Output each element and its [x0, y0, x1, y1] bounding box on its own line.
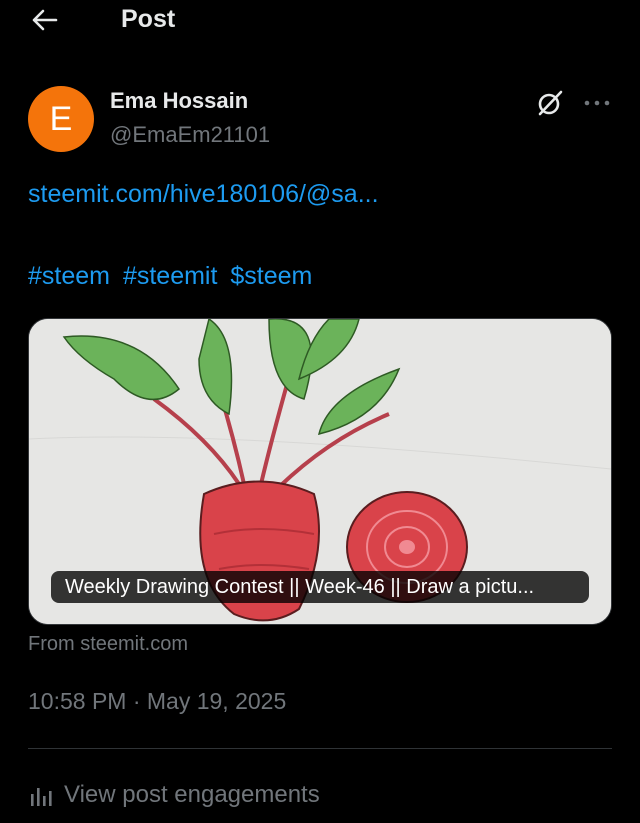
hashtag-steemit[interactable]: #steemit — [123, 262, 217, 290]
more-dots-icon — [584, 100, 610, 106]
link-source[interactable]: From steemit.com — [28, 633, 188, 656]
more-button[interactable] — [580, 87, 614, 119]
divider — [28, 748, 612, 749]
engagements-label: View post engagements — [64, 781, 320, 808]
bar-chart-icon — [31, 788, 52, 806]
arrow-left-icon — [32, 9, 58, 31]
link-preview-card[interactable]: Weekly Drawing Contest || Week-46 || Dra… — [28, 318, 612, 625]
card-title: Weekly Drawing Contest || Week-46 || Dra… — [51, 571, 589, 603]
avatar[interactable]: E — [28, 86, 94, 152]
grok-button[interactable] — [534, 87, 566, 119]
grok-icon — [538, 90, 563, 116]
post-timestamp[interactable]: 10:58 PM · May 19, 2025 — [28, 688, 286, 715]
view-engagements-button[interactable]: View post engagements — [28, 778, 320, 812]
back-button[interactable] — [28, 6, 60, 34]
post-link[interactable]: steemit.com/hive180106/@sa... — [28, 180, 379, 209]
cashtag-steem[interactable]: $steem — [230, 262, 312, 290]
author-name[interactable]: Ema Hossain — [110, 88, 248, 114]
author-handle[interactable]: @EmaEm21101 — [110, 122, 270, 148]
top-bar: Post — [0, 0, 640, 44]
hashtag-steem[interactable]: #steem — [28, 262, 110, 290]
page-title: Post — [121, 5, 176, 33]
post-author: E Ema Hossain @EmaEm21101 — [28, 84, 612, 154]
hashtags: #steem #steemit $steem — [28, 262, 318, 291]
